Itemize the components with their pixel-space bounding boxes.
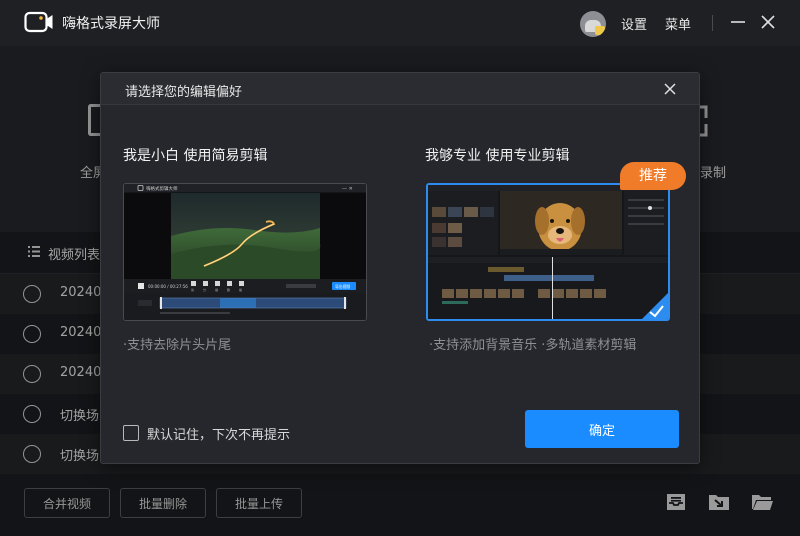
edit-preference-dialog: 请选择您的编辑偏好 我是小白 使用简易剪辑 嗨格式剪辑大师 — ✕ 00:00:… xyxy=(100,72,700,464)
simple-edit-card[interactable]: 嗨格式剪辑大师 — ✕ 00:00:00 / 00:27:56 剪 分 撤 删 xyxy=(123,183,367,321)
settings-button[interactable]: 设置 xyxy=(621,14,647,33)
pro-edit-title: 我够专业 使用专业剪辑 xyxy=(425,148,570,164)
preview-tool-label: 分 xyxy=(203,287,206,292)
preview-tool-label: 撤 xyxy=(215,287,218,292)
pro-edit-card[interactable] xyxy=(426,183,670,321)
menu-button[interactable]: 菜单 xyxy=(665,14,691,33)
svg-text:— ✕: — ✕ xyxy=(342,186,353,192)
simple-edit-title: 我是小白 使用简易剪辑 xyxy=(123,148,268,164)
simple-editor-preview: 嗨格式剪辑大师 — ✕ 00:00:00 / 00:27:56 剪 分 撤 删 xyxy=(124,184,366,320)
confirm-button[interactable]: 确定 xyxy=(525,410,679,448)
dialog-title: 请选择您的编辑偏好 xyxy=(125,85,243,100)
title-bar: 嗨格式录屏大师 设置 菜单 xyxy=(0,0,800,46)
remember-choice-checkbox[interactable] xyxy=(123,425,139,441)
vip-badge-icon xyxy=(595,26,605,35)
recommended-badge: 推荐 xyxy=(620,162,686,190)
title-divider xyxy=(712,15,713,31)
dialog-close-icon[interactable] xyxy=(663,82,677,96)
avatar[interactable] xyxy=(580,11,606,37)
preview-export-button: 导出视频 xyxy=(335,284,350,289)
dialog-header: 请选择您的编辑偏好 xyxy=(101,73,699,105)
remember-choice-label[interactable]: 默认记住，下次不再提示 xyxy=(147,424,290,443)
preview-time: 00:00:00 / 00:27:56 xyxy=(148,284,188,289)
simple-edit-desc: ·支持去除片头片尾 xyxy=(123,338,232,353)
preview-tool-label: 删 xyxy=(227,287,230,292)
pro-editor-preview xyxy=(428,185,668,319)
preview-tool-label: 剪 xyxy=(191,287,194,292)
pro-edit-desc: ·支持添加背景音乐 ·多轨道素材剪辑 xyxy=(429,338,637,353)
preview-app-title: 嗨格式剪辑大师 xyxy=(146,185,178,192)
preview-tool-label: 播 xyxy=(239,287,242,292)
app-logo-icon xyxy=(24,11,53,33)
app-title: 嗨格式录屏大师 xyxy=(62,16,160,32)
close-icon[interactable] xyxy=(758,12,778,32)
minimize-icon[interactable] xyxy=(728,12,748,32)
